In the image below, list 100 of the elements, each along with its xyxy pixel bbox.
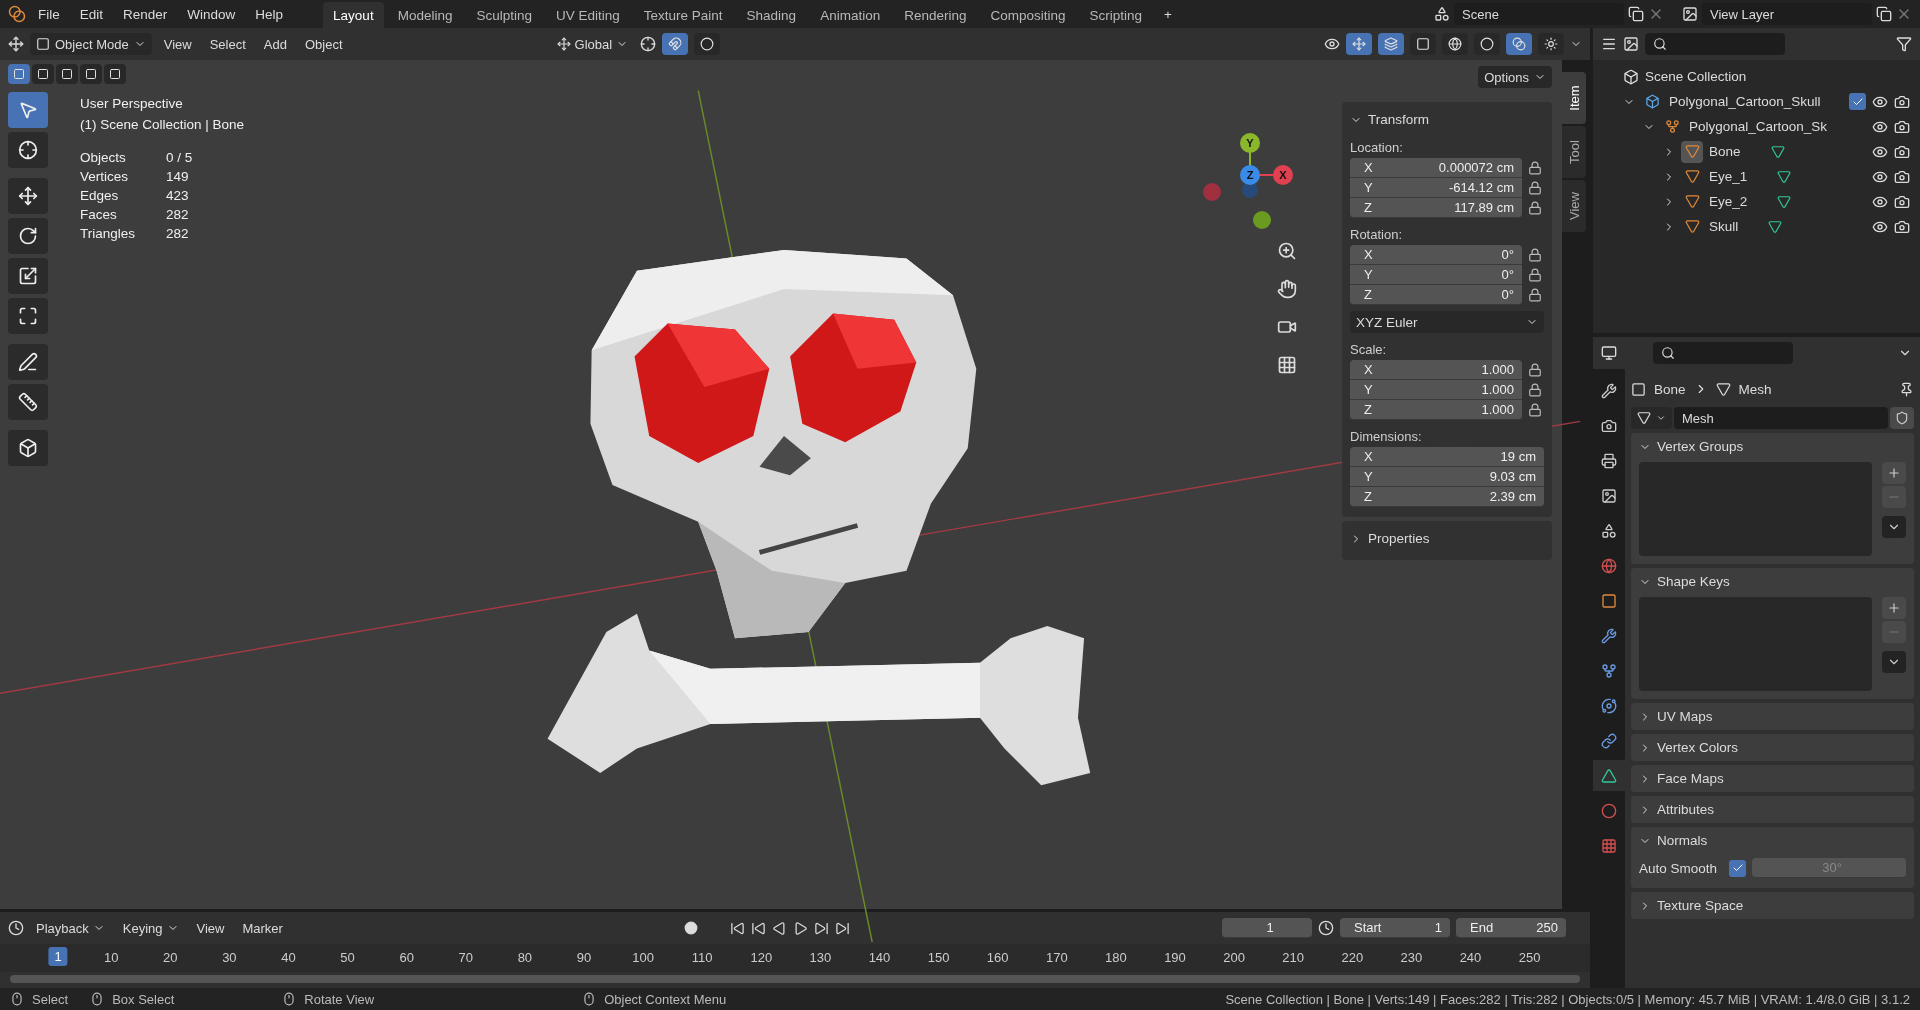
menu-item[interactable]: Render <box>115 3 176 25</box>
x-axis-handle[interactable]: X <box>1273 165 1293 185</box>
workspace-tab[interactable]: UV Editing <box>546 2 630 28</box>
panel-header[interactable]: Texture Space <box>1639 894 1906 917</box>
add-button[interactable] <box>1882 597 1906 619</box>
camera-icon[interactable] <box>1894 143 1910 160</box>
panel-header[interactable]: Vertex Groups <box>1639 435 1906 458</box>
mesh-browse-dropdown[interactable] <box>1631 407 1672 429</box>
view-layer-icon[interactable] <box>1682 6 1698 22</box>
menu-item[interactable]: File <box>30 3 68 25</box>
workspace-tab[interactable]: Layout <box>323 2 384 28</box>
lock-icon[interactable] <box>1528 268 1542 282</box>
tool-button[interactable] <box>8 132 48 168</box>
menu-item[interactable]: Help <box>247 3 292 25</box>
workspace-tab[interactable]: Animation <box>810 2 891 28</box>
tool-button[interactable] <box>8 298 48 334</box>
number-field[interactable]: Z 2.39 cm <box>1350 487 1544 507</box>
select-mode-button[interactable] <box>80 64 102 84</box>
start-frame-field[interactable]: Start 1 <box>1340 918 1450 938</box>
tool-button[interactable] <box>8 178 48 214</box>
editor-type-icon[interactable] <box>8 36 24 52</box>
menu-dropdown[interactable]: Keying <box>116 917 185 939</box>
overlay-toggle[interactable] <box>1378 33 1404 55</box>
number-field[interactable]: Y 9.03 cm <box>1350 467 1544 487</box>
number-field[interactable]: X 1.000 <box>1350 360 1522 380</box>
end-frame-field[interactable]: End 250 <box>1456 918 1566 938</box>
app-logo-icon[interactable] <box>8 5 26 23</box>
properties-tab[interactable] <box>1593 760 1625 791</box>
exclude-checkbox[interactable] <box>1849 93 1866 110</box>
camera-icon[interactable] <box>1894 93 1910 110</box>
workspace-tab[interactable]: Rendering <box>894 2 977 28</box>
number-field[interactable]: Z 0° <box>1350 285 1522 305</box>
snap-toggle[interactable] <box>662 33 689 55</box>
gizmo-toggle[interactable] <box>1346 33 1372 55</box>
panel-header[interactable]: Properties <box>1350 527 1544 550</box>
number-field[interactable]: Y 1.000 <box>1350 380 1522 400</box>
sidebar-tab[interactable]: View <box>1562 180 1586 232</box>
record-icon[interactable] <box>684 921 698 935</box>
copy-icon[interactable] <box>1876 6 1892 22</box>
panel-header[interactable]: Attributes <box>1639 798 1906 821</box>
camera-icon[interactable] <box>1894 168 1910 185</box>
menu-item[interactable]: Object <box>298 33 349 55</box>
camera-icon[interactable] <box>1894 193 1910 210</box>
pin-icon[interactable] <box>1899 381 1914 397</box>
outliner-item-label[interactable]: Polygonal_Cartoon_Sk <box>1689 119 1828 134</box>
workspace-tab[interactable]: Compositing <box>980 2 1076 28</box>
rotation-mode-dropdown[interactable]: XYZ Euler <box>1350 311 1544 333</box>
clock-icon[interactable] <box>1318 920 1334 936</box>
visibility-icon[interactable] <box>1324 36 1340 52</box>
number-field[interactable]: Z 1.000 <box>1350 400 1522 420</box>
editor-type-icon[interactable] <box>1601 345 1617 361</box>
tool-button[interactable] <box>8 258 48 294</box>
menu-item[interactable]: Select <box>203 33 252 55</box>
current-frame-field[interactable]: 1 <box>1222 918 1312 938</box>
outliner-item-label[interactable]: Eye_1 <box>1709 169 1748 184</box>
menu-item[interactable]: Marker <box>236 917 289 939</box>
lock-icon[interactable] <box>1528 288 1542 302</box>
outliner-item-label[interactable]: Bone <box>1709 144 1741 159</box>
select-mode-button[interactable] <box>32 64 54 84</box>
copy-icon[interactable] <box>1628 6 1644 22</box>
number-field[interactable]: X 0.000072 cm <box>1350 158 1522 178</box>
jump-end-icon[interactable] <box>835 920 850 936</box>
add-button[interactable] <box>1882 462 1906 484</box>
panel-header[interactable]: UV Maps <box>1639 705 1906 728</box>
pivot-icon[interactable] <box>640 36 657 52</box>
shading-button[interactable] <box>1474 33 1500 55</box>
lock-icon[interactable] <box>1528 161 1542 175</box>
z-axis-handle[interactable]: Z <box>1240 165 1260 185</box>
xray-toggle[interactable] <box>1410 33 1436 55</box>
mode-dropdown[interactable]: Object Mode <box>30 33 152 55</box>
checkbox[interactable] <box>1729 859 1747 877</box>
workspace-tab[interactable]: Sculpting <box>466 2 542 28</box>
number-field[interactable]: X 19 cm <box>1350 447 1544 467</box>
lock-icon[interactable] <box>1528 383 1542 397</box>
sidebar-tab[interactable]: Tool <box>1562 126 1586 178</box>
number-field[interactable]: Y -614.12 cm <box>1350 178 1522 198</box>
sidebar-tab[interactable]: Item <box>1562 72 1586 124</box>
panel-header[interactable]: Vertex Colors <box>1639 736 1906 759</box>
specials-button[interactable] <box>1882 651 1906 673</box>
panel-header[interactable]: Normals <box>1639 829 1906 852</box>
orientation-dropdown[interactable]: Global <box>550 33 635 55</box>
panel-header[interactable]: Face Maps <box>1639 767 1906 790</box>
search-field[interactable] <box>1653 342 1793 364</box>
camera-icon[interactable] <box>1894 218 1910 235</box>
lock-icon[interactable] <box>1528 181 1542 195</box>
menu-item[interactable]: Edit <box>71 3 112 25</box>
y-axis-handle[interactable]: Y <box>1240 133 1260 153</box>
tool-button[interactable] <box>8 218 48 254</box>
shading-button[interactable] <box>1538 33 1564 55</box>
lock-icon[interactable] <box>1528 201 1542 215</box>
editor-type-icon[interactable] <box>1601 36 1617 52</box>
editor-type-icon[interactable] <box>8 920 24 936</box>
panel-header[interactable]: Shape Keys <box>1639 570 1906 593</box>
outliner-item-label[interactable]: Skull <box>1709 219 1739 234</box>
outliner-item-label[interactable]: Eye_2 <box>1709 194 1748 209</box>
scrollbar[interactable] <box>10 975 1580 983</box>
workspace-tab[interactable]: Texture Paint <box>633 2 733 28</box>
menu-item[interactable]: View <box>190 917 231 939</box>
lock-icon[interactable] <box>1528 248 1542 262</box>
menu-item[interactable]: Add <box>257 33 293 55</box>
